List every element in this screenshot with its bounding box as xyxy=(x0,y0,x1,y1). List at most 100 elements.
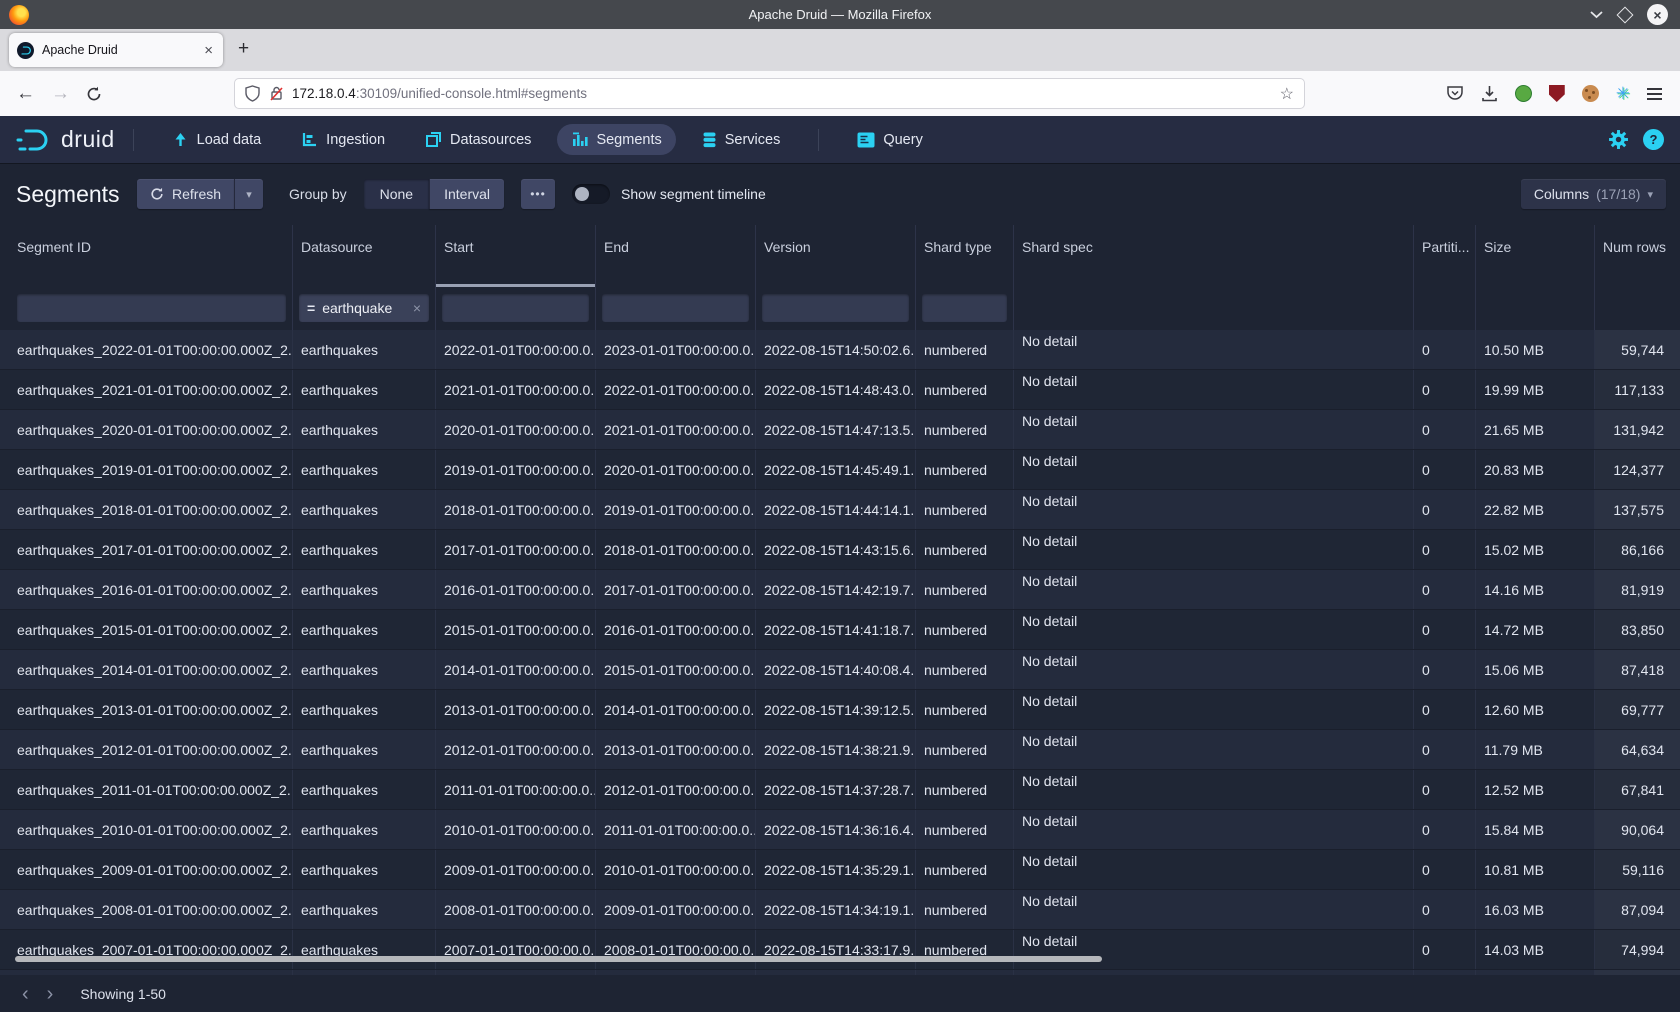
table-row[interactable]: earthquakes_2022-01-01T00:00:00.000Z_2..… xyxy=(0,330,1680,370)
cell-version[interactable]: 2022-08-15T14:48:43.0... xyxy=(755,370,915,409)
pocket-icon[interactable] xyxy=(1446,85,1464,102)
cell-segment-id[interactable]: earthquakes_2017-01-01T00:00:00.000Z_2..… xyxy=(0,530,292,569)
cell-shard-spec[interactable]: No detail xyxy=(1013,330,1413,369)
cell-segment-id[interactable]: earthquakes_2018-01-01T00:00:00.000Z_2..… xyxy=(0,490,292,529)
cell-segment-id[interactable]: earthquakes_2019-01-01T00:00:00.000Z_2..… xyxy=(0,450,292,489)
cell-start[interactable]: 2007-01-01T00:00:00.0... xyxy=(435,930,595,969)
table-row[interactable]: earthquakes_2011-01-01T00:00:00.000Z_2..… xyxy=(0,770,1680,810)
nav-item-datasources[interactable]: Datasources xyxy=(411,124,545,155)
cell-start[interactable]: 2008-01-01T00:00:00.0... xyxy=(435,890,595,929)
cell-shard-spec[interactable]: No detail xyxy=(1013,810,1413,849)
cell-version[interactable]: 2022-08-15T14:40:08.4... xyxy=(755,650,915,689)
cell-segment-id[interactable]: earthquakes_2009-01-01T00:00:00.000Z_2..… xyxy=(0,850,292,889)
column-header-size[interactable]: Size xyxy=(1475,225,1594,287)
druid-brand[interactable]: druid xyxy=(16,126,115,154)
cell-shard-spec[interactable]: No detail xyxy=(1013,730,1413,769)
table-row[interactable]: earthquakes_2009-01-01T00:00:00.000Z_2..… xyxy=(0,850,1680,890)
url-bar[interactable]: 172.18.0.4:30109/unified-console.html#se… xyxy=(234,78,1305,109)
download-icon[interactable] xyxy=(1481,85,1498,102)
cell-version[interactable]: 2022-08-15T14:50:02.6... xyxy=(755,330,915,369)
cell-shard-spec[interactable]: No detail xyxy=(1013,890,1413,929)
nav-item-services[interactable]: Services xyxy=(688,124,795,155)
table-row[interactable]: earthquakes_2017-01-01T00:00:00.000Z_2..… xyxy=(0,530,1680,570)
cell-start[interactable]: 2009-01-01T00:00:00.0... xyxy=(435,850,595,889)
back-icon[interactable]: ← xyxy=(16,83,35,105)
cell-end[interactable]: 2014-01-01T00:00:00.0... xyxy=(595,690,755,729)
table-row[interactable]: earthquakes_2020-01-01T00:00:00.000Z_2..… xyxy=(0,410,1680,450)
cell-start[interactable]: 2013-01-01T00:00:00.0... xyxy=(435,690,595,729)
cell-shard-spec[interactable]: No detail xyxy=(1013,530,1413,569)
cell-segment-id[interactable]: earthquakes_2008-01-01T00:00:00.000Z_2..… xyxy=(0,890,292,929)
segment-timeline-toggle[interactable] xyxy=(572,184,610,204)
cell-segment-id[interactable]: earthquakes_2020-01-01T00:00:00.000Z_2..… xyxy=(0,410,292,449)
cell-start[interactable]: 2020-01-01T00:00:00.0... xyxy=(435,410,595,449)
cell-datasource[interactable]: earthquakes xyxy=(292,770,435,809)
cell-end[interactable]: 2019-01-01T00:00:00.0... xyxy=(595,490,755,529)
cell-version[interactable]: 2022-08-15T14:34:19.1... xyxy=(755,890,915,929)
cell-version[interactable]: 2022-08-15T14:44:14.1... xyxy=(755,490,915,529)
tracking-shield-icon[interactable] xyxy=(245,85,260,102)
cell-end[interactable]: 2017-01-01T00:00:00.0... xyxy=(595,570,755,609)
column-header-partitioning[interactable]: Partiti... xyxy=(1413,225,1475,287)
cell-shard-spec[interactable]: No detail xyxy=(1013,450,1413,489)
cell-datasource[interactable]: earthquakes xyxy=(292,530,435,569)
maximize-icon[interactable] xyxy=(1617,6,1634,23)
cell-segment-id[interactable]: earthquakes_2016-01-01T00:00:00.000Z_2..… xyxy=(0,570,292,609)
cell-version[interactable]: 2022-08-15T14:37:28.7... xyxy=(755,770,915,809)
cell-end[interactable]: 2015-01-01T00:00:00.0... xyxy=(595,650,755,689)
browser-tab[interactable]: Apache Druid × xyxy=(9,33,223,67)
cell-segment-id[interactable]: earthquakes_2021-01-01T00:00:00.000Z_2..… xyxy=(0,370,292,409)
forward-icon[interactable]: → xyxy=(51,83,70,105)
cell-shard-spec[interactable]: No detail xyxy=(1013,850,1413,889)
column-header-segment-id[interactable]: Segment ID xyxy=(0,225,292,287)
cell-start[interactable]: 2022-01-01T00:00:00.0... xyxy=(435,330,595,369)
cell-datasource[interactable]: earthquakes xyxy=(292,570,435,609)
start-filter-input[interactable] xyxy=(442,294,589,322)
cell-end[interactable]: 2023-01-01T00:00:00.0... xyxy=(595,330,755,369)
cell-end[interactable]: 2020-01-01T00:00:00.0... xyxy=(595,450,755,489)
cell-end[interactable]: 2009-01-01T00:00:00.0... xyxy=(595,890,755,929)
new-tab-button[interactable]: + xyxy=(238,39,249,59)
cell-version[interactable]: 2022-08-15T14:43:15.6... xyxy=(755,530,915,569)
cell-segment-id[interactable]: earthquakes_2010-01-01T00:00:00.000Z_2..… xyxy=(0,810,292,849)
cell-end[interactable]: 2021-01-01T00:00:00.0... xyxy=(595,410,755,449)
menu-icon[interactable] xyxy=(1647,88,1662,100)
reload-icon[interactable] xyxy=(86,86,102,102)
cell-end[interactable]: 2012-01-01T00:00:00.0... xyxy=(595,770,755,809)
cell-start[interactable]: 2018-01-01T00:00:00.0... xyxy=(435,490,595,529)
group-by-none-button[interactable]: None xyxy=(364,179,429,209)
cell-start[interactable]: 2010-01-01T00:00:00.0... xyxy=(435,810,595,849)
cell-version[interactable]: 2022-08-15T14:39:12.5... xyxy=(755,690,915,729)
cell-version[interactable]: 2022-08-15T14:35:29.1... xyxy=(755,850,915,889)
refresh-button[interactable]: Refresh xyxy=(137,179,234,209)
insecure-lock-icon[interactable] xyxy=(269,85,284,102)
cell-start[interactable]: 2012-01-01T00:00:00.0... xyxy=(435,730,595,769)
cell-end[interactable]: 2008-01-01T00:00:00.0... xyxy=(595,930,755,969)
cell-datasource[interactable]: earthquakes xyxy=(292,890,435,929)
cell-shard-spec[interactable]: No detail xyxy=(1013,370,1413,409)
nav-item-segments[interactable]: Segments xyxy=(557,124,675,155)
cell-start[interactable]: 2014-01-01T00:00:00.0... xyxy=(435,650,595,689)
cell-datasource[interactable]: earthquakes xyxy=(292,410,435,449)
more-options-button[interactable]: ••• xyxy=(521,179,555,209)
cell-datasource[interactable]: earthquakes xyxy=(292,930,435,969)
cell-version[interactable]: 2022-08-15T14:47:13.5... xyxy=(755,410,915,449)
cell-datasource[interactable]: earthquakes xyxy=(292,850,435,889)
settings-gear-icon[interactable] xyxy=(1608,129,1629,150)
table-row[interactable]: earthquakes_2010-01-01T00:00:00.000Z_2..… xyxy=(0,810,1680,850)
columns-button[interactable]: Columns (17/18) ▾ xyxy=(1521,179,1666,209)
cell-segment-id[interactable]: earthquakes_2014-01-01T00:00:00.000Z_2..… xyxy=(0,650,292,689)
segment-id-filter-input[interactable] xyxy=(17,294,286,322)
cell-start[interactable]: 2011-01-01T00:00:00.0... xyxy=(435,770,595,809)
nav-item-load-data[interactable]: Load data xyxy=(158,124,276,155)
cell-shard-spec[interactable]: No detail xyxy=(1013,570,1413,609)
column-header-shard-spec[interactable]: Shard spec xyxy=(1013,225,1413,287)
nav-item-query[interactable]: Query xyxy=(843,125,937,155)
cell-version[interactable]: 2022-08-15T14:42:19.7... xyxy=(755,570,915,609)
cell-datasource[interactable]: earthquakes xyxy=(292,450,435,489)
cell-start[interactable]: 2021-01-01T00:00:00.0... xyxy=(435,370,595,409)
table-row[interactable]: earthquakes_2019-01-01T00:00:00.000Z_2..… xyxy=(0,450,1680,490)
version-filter-input[interactable] xyxy=(762,294,909,322)
cell-end[interactable]: 2022-01-01T00:00:00.0... xyxy=(595,370,755,409)
table-row[interactable]: earthquakes_2018-01-01T00:00:00.000Z_2..… xyxy=(0,490,1680,530)
